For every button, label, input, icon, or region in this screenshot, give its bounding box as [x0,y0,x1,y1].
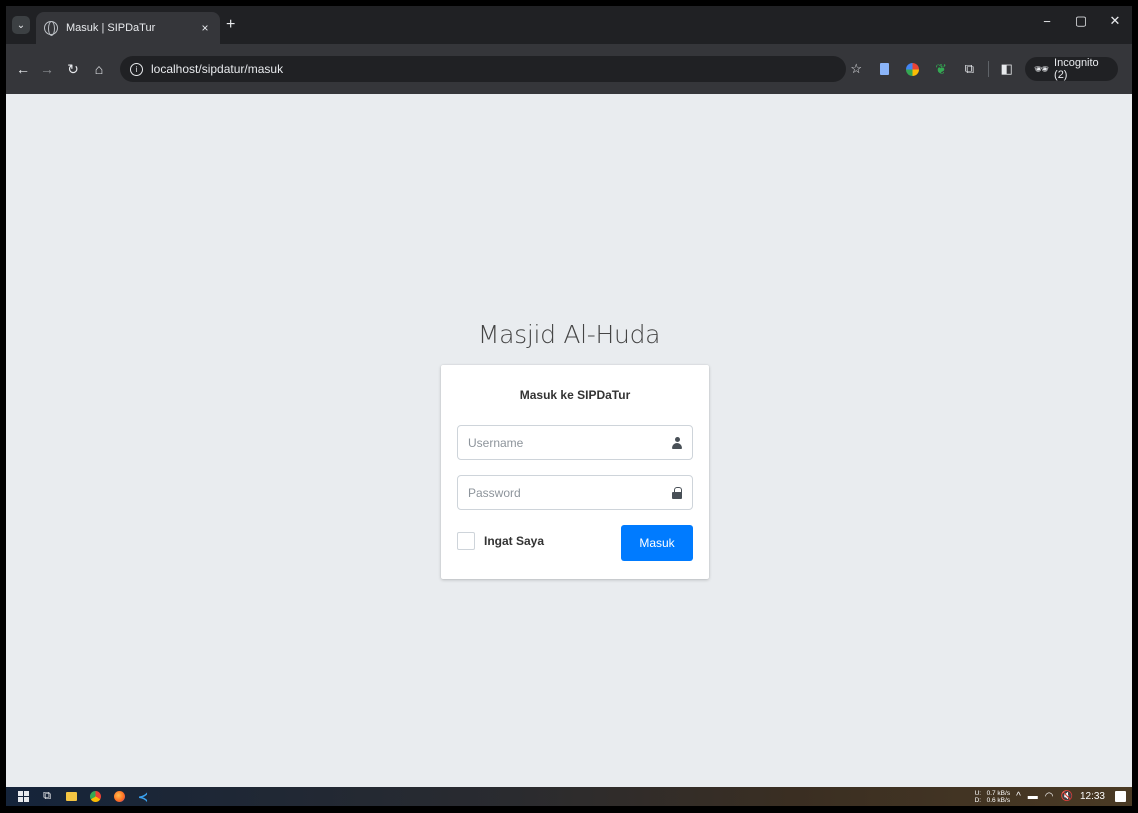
tray-chevron-icon[interactable]: ^ [1016,791,1021,802]
user-icon [662,426,692,459]
lock-icon [662,476,692,509]
maximize-button[interactable]: ▢ [1064,13,1098,29]
reload-button[interactable]: ↻ [64,60,82,78]
globe-icon [44,21,58,36]
tab-title: Masuk | SIPDaTur [66,22,156,34]
side-panel-icon[interactable]: ◧ [996,58,1016,80]
start-icon[interactable] [16,790,30,804]
url-text: localhost/sipdatur/masuk [151,62,284,76]
clock-time[interactable]: 12:33 [1080,791,1105,802]
upload-speed: 0.7 kB/s [986,789,1011,797]
minimize-button[interactable]: − [1030,14,1064,29]
tab-active[interactable]: Masuk | SIPDaTur × [36,12,220,44]
toolbar-divider [987,61,989,77]
file-explorer-icon[interactable] [64,790,78,804]
close-window-button[interactable]: ✕ [1098,13,1132,29]
page-viewport: Masjid Al-Huda Masuk ke SIPDaTur Ingat S… [6,94,1132,787]
browser-toolbar: ← → ↻ ⌂ i localhost/sipdatur/masuk ☆ ❦ ⧉… [6,44,1132,94]
browser-menu-icon[interactable]: ⋮ [1128,61,1132,78]
incognito-icon: 🕶 [1033,62,1050,76]
extension-bird-icon[interactable]: ❦ [931,58,951,80]
toolbar-icons: ☆ ❦ ⧉ ◧ 🕶 Incognito (2) ⋮ [846,56,1132,82]
vscode-icon[interactable]: ≺ [136,790,150,804]
system-tray: U: 0.7 kB/s D: 0.6 kB/s ^ ▬ ◠ 🔇 12:33 [975,787,1126,806]
back-button[interactable]: ← [14,60,32,78]
remember-checkbox[interactable] [457,532,475,550]
login-button[interactable]: Masuk [621,525,693,561]
extension-color-icon[interactable] [903,58,923,80]
firefox-icon[interactable] [112,790,126,804]
page-brand-title: Masjid Al-Huda [477,320,661,349]
upload-label: U: [974,789,982,797]
remember-me: Ingat Saya [457,532,544,550]
extension-bookmark-icon[interactable] [874,58,894,80]
download-label: D: [974,796,982,804]
download-speed: 0.6 kB/s [986,796,1011,804]
extensions-puzzle-icon[interactable]: ⧉ [959,58,979,80]
volume-muted-icon[interactable]: 🔇 [1061,791,1073,802]
battery-icon[interactable]: ▬ [1028,791,1038,802]
forward-button[interactable]: → [38,60,56,78]
chrome-icon[interactable] [88,790,102,804]
bookmark-star-icon[interactable]: ☆ [846,58,866,80]
wifi-icon[interactable]: ◠ [1045,791,1054,802]
username-input[interactable] [458,426,662,459]
taskbar: ⧉ ≺ U: 0.7 kB/s D: 0.6 kB/s ^ ▬ ◠ 🔇 12:33 [6,787,1132,806]
incognito-badge[interactable]: 🕶 Incognito (2) [1024,57,1118,81]
username-field [457,425,693,460]
new-tab-button[interactable]: + [226,16,235,34]
tab-search-icon[interactable]: ⌄ [12,16,30,34]
password-input[interactable] [458,476,662,509]
login-card: Masuk ke SIPDaTur Ingat Saya Masuk [441,365,709,579]
password-field [457,475,693,510]
task-view-icon[interactable]: ⧉ [40,790,54,804]
notification-icon[interactable] [1115,791,1126,802]
login-card-title: Masuk ke SIPDaTur [519,388,631,402]
home-button[interactable]: ⌂ [90,60,108,78]
remember-label[interactable]: Ingat Saya [484,534,544,548]
tab-strip: ⌄ Masuk | SIPDaTur × + − ▢ ✕ [6,6,1132,44]
address-bar[interactable]: i localhost/sipdatur/masuk [120,56,846,82]
incognito-label: Incognito (2) [1054,57,1099,81]
window-controls: − ▢ ✕ [1030,6,1132,36]
network-speed: U: 0.7 kB/s D: 0.6 kB/s [975,790,1010,804]
browser-window: ⌄ Masuk | SIPDaTur × + − ▢ ✕ ← → ↻ ⌂ i l… [6,6,1132,806]
site-info-icon[interactable]: i [130,62,143,76]
tab-close-icon[interactable]: × [198,21,212,35]
